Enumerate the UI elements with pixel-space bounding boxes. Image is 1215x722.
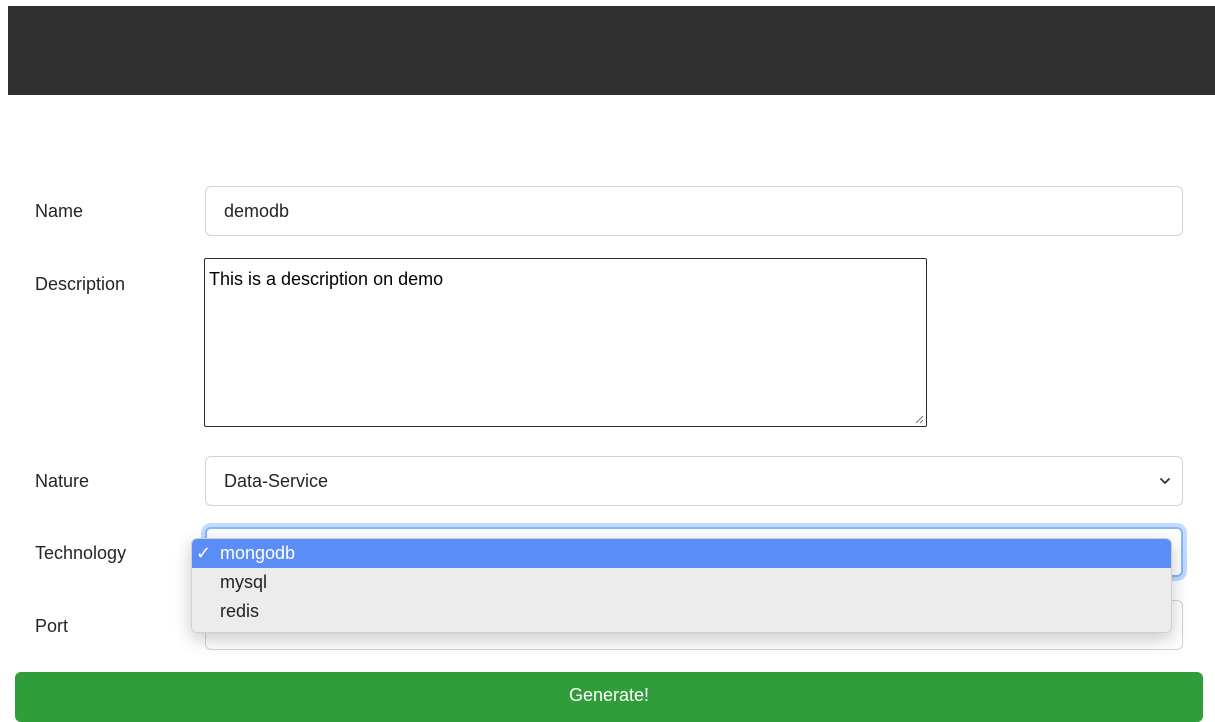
name-label: Name	[35, 201, 84, 221]
generate-button-label: Generate!	[568, 685, 650, 705]
name-input-value: demodb	[224, 200, 290, 221]
technology-option-label: mongodb	[220, 543, 296, 563]
technology-option-redis[interactable]: redis	[192, 597, 1171, 626]
checkmark-icon: ✓	[196, 543, 212, 563]
chevron-down-icon	[1160, 478, 1170, 484]
description-label: Description	[35, 274, 126, 294]
technology-label: Technology	[35, 543, 127, 563]
description-textarea-value: This is a description on demo	[209, 269, 444, 289]
technology-option-label: mysql	[220, 572, 268, 592]
technology-option-label: redis	[220, 601, 260, 621]
name-input[interactable]: demodb	[205, 186, 1183, 236]
resize-grip-icon[interactable]	[914, 414, 924, 424]
technology-option-mongodb[interactable]: ✓ mongodb	[192, 539, 1171, 568]
generate-button[interactable]: Generate!	[15, 672, 1203, 722]
port-label: Port	[35, 616, 69, 636]
technology-dropdown-menu: ✓ mongodb mysql redis	[191, 538, 1172, 633]
nature-label: Nature	[35, 471, 90, 491]
technology-option-mysql[interactable]: mysql	[192, 568, 1171, 597]
description-textarea[interactable]: This is a description on demo	[204, 258, 927, 427]
top-navbar	[8, 6, 1215, 95]
nature-select[interactable]: Data-Service	[205, 456, 1183, 506]
nature-select-value: Data-Service	[224, 470, 329, 491]
